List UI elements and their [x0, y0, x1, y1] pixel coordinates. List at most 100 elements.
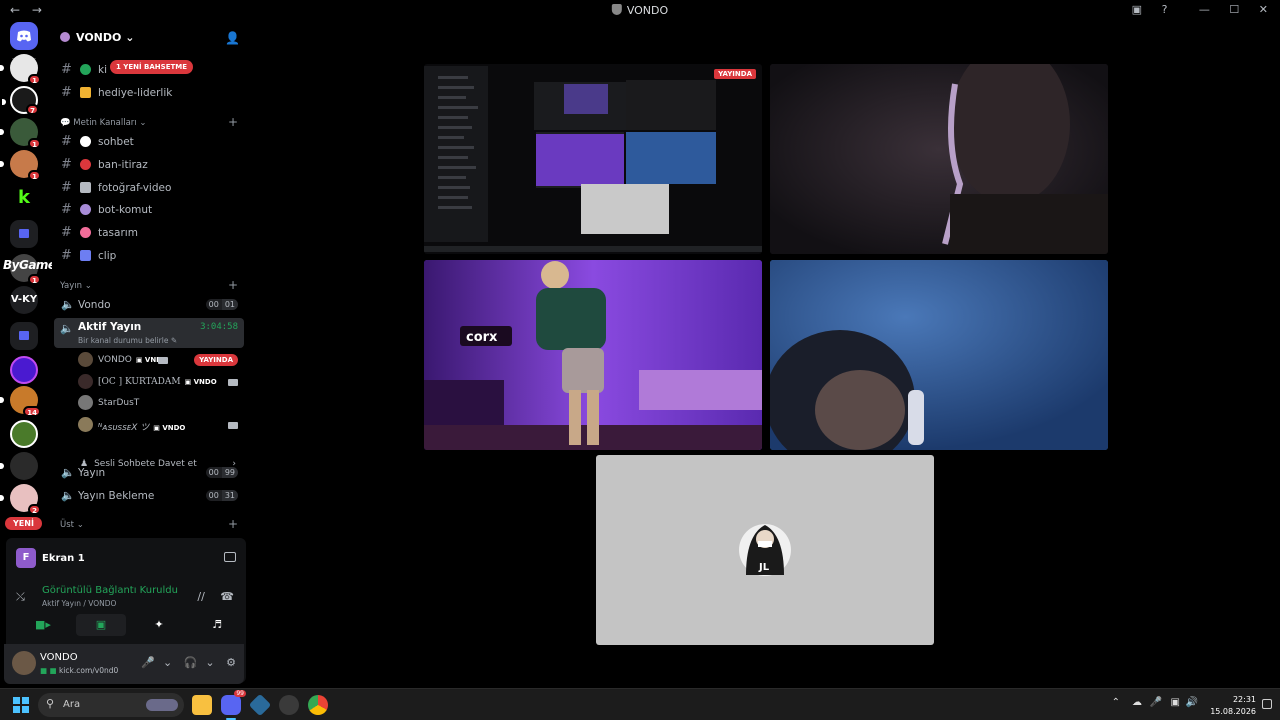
add-channel-icon[interactable]: + [228, 278, 238, 292]
channel-clip[interactable]: # clip [56, 246, 244, 266]
windows-start-icon[interactable] [13, 697, 29, 713]
chevron-up-icon[interactable]: ⌃ [1112, 697, 1120, 708]
voice-channel-yayin[interactable]: 🔈 Yayın 00 99 [56, 463, 244, 483]
minimize-button[interactable]: — [1199, 3, 1210, 16]
server-header[interactable]: VONDO ⌄ 👤 [52, 22, 248, 54]
server-icon-9[interactable]: 2 [0, 484, 41, 515]
soundboard-button[interactable]: ♬ [192, 614, 242, 636]
server-icon-6[interactable]: 14 [0, 386, 41, 417]
file-explorer-icon[interactable] [192, 695, 212, 715]
speech-bubble-icon [80, 136, 91, 147]
stop-screen-icon[interactable] [224, 552, 236, 562]
category-ust[interactable]: Üst ⌄ [60, 520, 84, 530]
folder-icon[interactable] [10, 220, 38, 248]
channel-status[interactable]: Bir kanal durumu belirle ✎ [78, 336, 177, 345]
hash-icon: # [61, 85, 72, 100]
server-icon-4[interactable]: 1 [0, 150, 41, 181]
taskbar-search[interactable]: ⚲ Ara [38, 693, 184, 717]
screen-share-row[interactable]: F Ekran 1 [16, 548, 85, 568]
server-icon-small [60, 32, 70, 42]
channel-tasarim[interactable]: # tasarım [56, 223, 244, 243]
add-channel-icon[interactable]: + [228, 517, 238, 531]
server-icon-7[interactable] [10, 420, 38, 448]
discord-home-icon[interactable] [10, 22, 38, 50]
chevron-down-icon: ⌄ [76, 520, 84, 530]
add-channel-icon[interactable]: + [228, 115, 238, 129]
hash-icon: # [61, 202, 72, 217]
activities-button[interactable]: ✦ [134, 614, 184, 636]
category-text-channels[interactable]: 💬 Metin Kanalları ⌄ [60, 118, 147, 128]
volume-icon[interactable]: 🔊 [1186, 697, 1198, 708]
server-icon-1[interactable]: 1 [0, 54, 41, 85]
avatar [78, 374, 93, 389]
app-icon-clock[interactable] [279, 695, 299, 715]
forward-arrow-icon[interactable]: → [32, 3, 42, 17]
user-name: VONDO [40, 652, 78, 663]
chevron-down-icon[interactable]: ⌄ [163, 656, 172, 669]
server-icon-8[interactable] [0, 452, 38, 480]
maximize-button[interactable]: ☐ [1229, 3, 1239, 16]
voice-member[interactable]: ᴺᴀꜱᴜꜱꜱᴇX ツ ▣ VNDO [76, 415, 244, 435]
microphone-icon[interactable]: 🎤 [141, 656, 155, 669]
channel-hediye-liderlik[interactable]: # hediye-liderlik [56, 83, 244, 103]
server-icon-purple[interactable] [10, 356, 38, 384]
server-icon-3[interactable]: 1 [0, 118, 41, 149]
help-icon[interactable]: ? [1162, 3, 1168, 16]
action-row: ■▸ ▣ ✦ ♬ [14, 614, 238, 640]
camera-icon [80, 182, 91, 193]
screen-share-button[interactable]: ▣ [76, 614, 126, 636]
chevron-down-icon: ⌄ [84, 281, 92, 291]
channel-bot-komut[interactable]: # bot-komut [56, 200, 244, 220]
voice-member[interactable]: [OC ] KURTADAM ▣ VNDO [76, 372, 244, 392]
user-controls: 🎤 ⌄ 🎧 ⌄ ⚙ [133, 656, 236, 669]
server-icon-vky[interactable]: V-KY [10, 286, 38, 314]
windows-taskbar: ⚲ Ara 99 ⌃ ☁ 🎤 ▣ 🔊 22:31 15.08.2026 [0, 688, 1280, 720]
voice-channel-vondo[interactable]: 🔈 Vondo 00 01 [56, 295, 244, 315]
channel-ban-itiraz[interactable]: # ban-itiraz [56, 155, 244, 175]
new-mention-pill[interactable]: 1 YENİ BAHSETME [110, 60, 194, 74]
settings-gear-icon[interactable]: ⚙ [226, 656, 236, 669]
cloud-icon[interactable]: ☁ [1132, 697, 1142, 708]
back-arrow-icon[interactable]: ← [10, 3, 20, 17]
chevron-down-icon[interactable]: ⌄ [205, 656, 214, 669]
voice-channel-yayin-bekleme[interactable]: 🔈 Yayın Bekleme 00 31 [56, 486, 244, 506]
avatar [78, 395, 93, 410]
guild-tag: ▣ VNDO [153, 424, 186, 432]
video-tile-avatar[interactable]: JL [596, 455, 934, 645]
taskbar-clock[interactable]: 22:31 15.08.2026 [1210, 694, 1256, 718]
server-icon-2[interactable]: 7 [2, 86, 39, 115]
category-stream[interactable]: Yayın ⌄ [60, 281, 92, 291]
kick-server-icon[interactable]: k [10, 184, 38, 212]
headphones-icon[interactable]: 🎧 [184, 656, 198, 669]
svg-text:corx: corx [466, 330, 498, 345]
inbox-icon[interactable]: ▣ [1132, 3, 1142, 16]
search-icon: ⚲ [46, 697, 55, 710]
noise-suppression-icon[interactable]: ∕∕ [197, 590, 204, 603]
network-icon[interactable]: ▣ [1171, 697, 1180, 708]
folder-icon-2[interactable] [10, 322, 38, 350]
camera-button[interactable]: ■▸ [18, 614, 68, 636]
chrome-icon[interactable] [308, 695, 328, 715]
video-tile-webcam-2[interactable]: corx [424, 260, 762, 450]
new-unread-pill[interactable]: YENİ [5, 517, 42, 530]
app-icon-diamond[interactable] [248, 693, 272, 717]
disconnect-icon[interactable]: ☎ [220, 590, 234, 603]
person-add-icon[interactable]: 👤 [225, 31, 240, 45]
voice-member[interactable]: VONDO ▣ VNDO YAYINDA [76, 350, 244, 370]
live-badge: YAYINDA [714, 69, 756, 79]
voice-channel-aktif-yayin[interactable]: 🔈 Aktif Yayın 3:04:58 Bir kanal durumu b… [54, 318, 244, 348]
speaker-icon: 🔈 [61, 298, 75, 311]
channel-fotograf-video[interactable]: # fotoğraf-video [56, 178, 244, 198]
video-tile-webcam-1[interactable] [770, 64, 1108, 254]
microphone-icon[interactable]: 🎤 [1150, 697, 1162, 708]
video-tile-webcam-3[interactable] [770, 260, 1108, 450]
voice-member[interactable]: StarDusT [76, 393, 244, 413]
gift-icon [80, 87, 91, 98]
notification-icon[interactable] [1262, 699, 1272, 709]
avatar[interactable] [12, 651, 36, 675]
window-title: VONDO [611, 4, 668, 17]
discord-taskbar-icon[interactable]: 99 [221, 690, 246, 715]
stream-tile-screen[interactable]: YAYINDA [424, 64, 762, 254]
channel-sohbet[interactable]: # sohbet [56, 132, 244, 152]
close-button[interactable]: ✕ [1259, 3, 1268, 16]
